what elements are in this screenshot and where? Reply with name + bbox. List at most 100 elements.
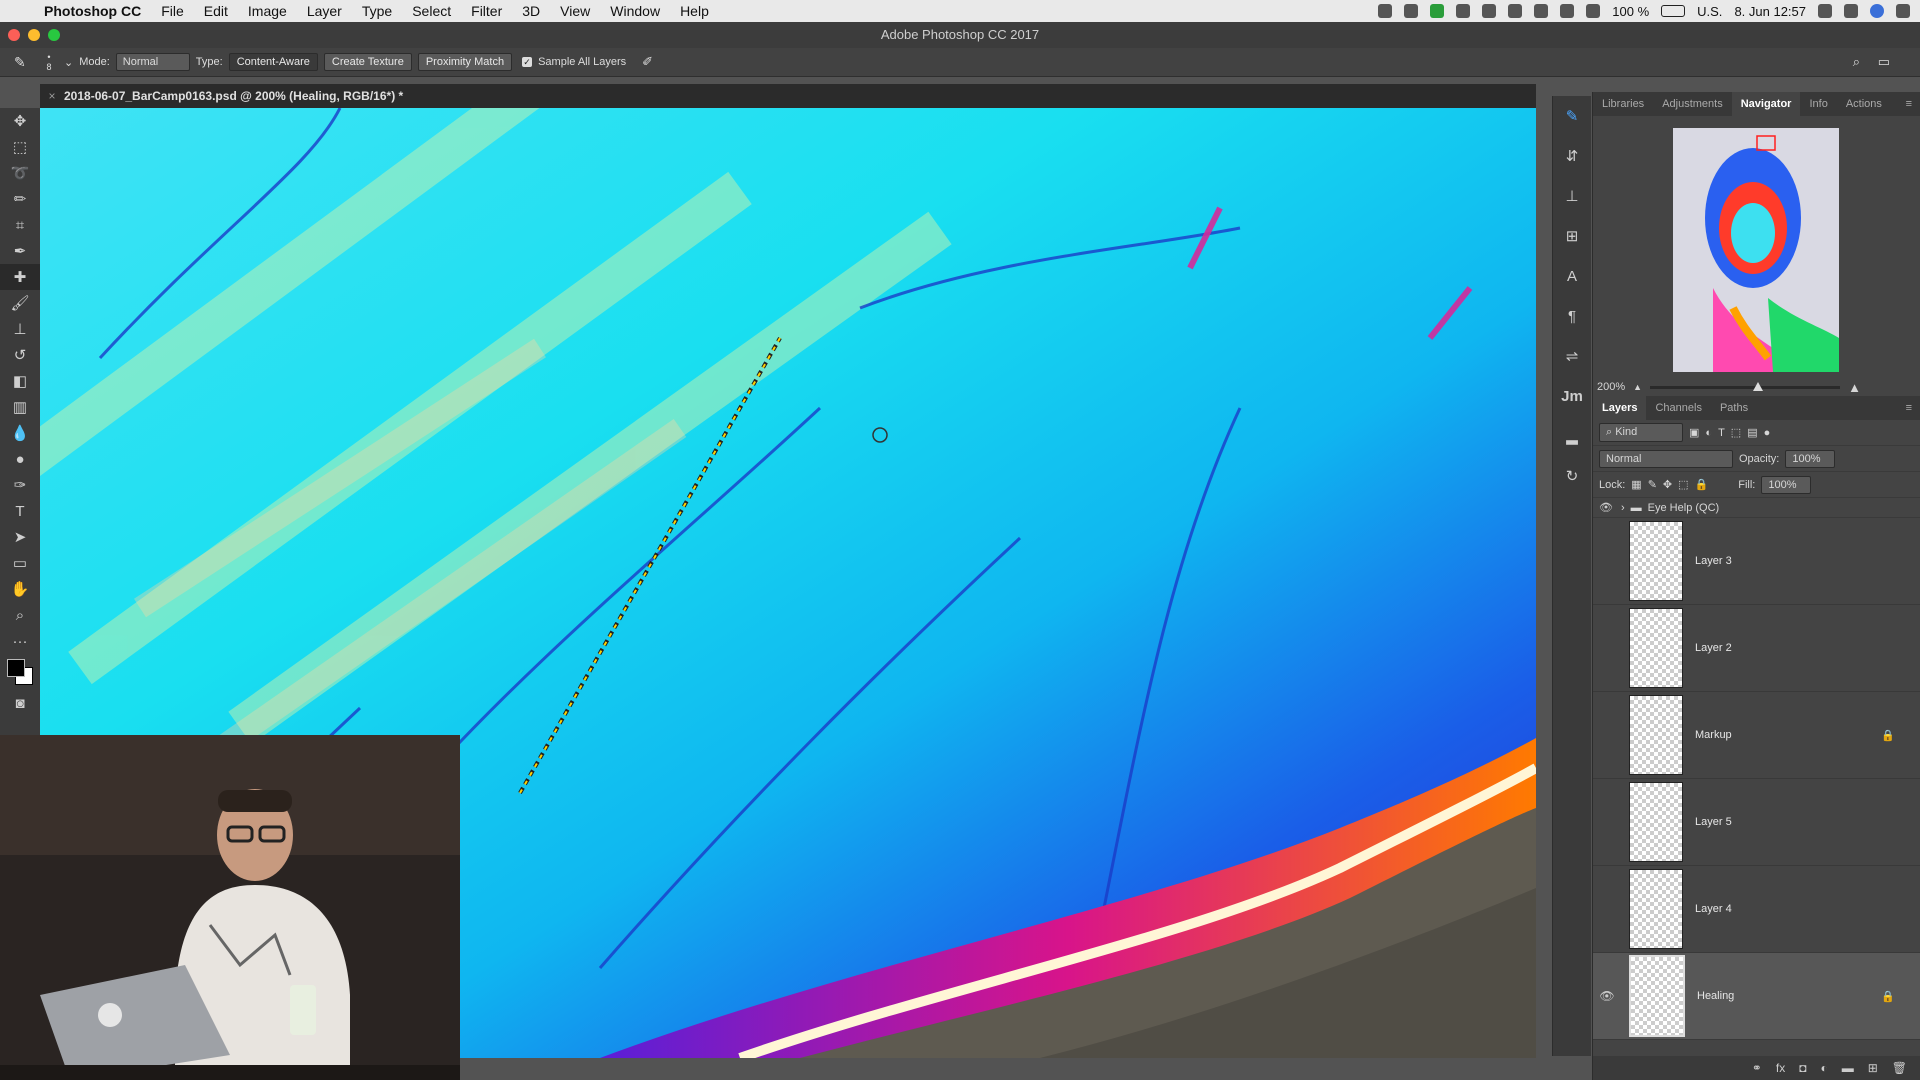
plugin-jm-icon[interactable]: Jm (1553, 376, 1591, 416)
more-tools-icon[interactable]: ··· (0, 628, 40, 654)
content-aware-button[interactable]: Content-Aware (228, 53, 318, 71)
group-visibility-eye-icon[interactable]: 👁 (1599, 501, 1615, 514)
workspace-icon[interactable]: ▭ (1878, 54, 1890, 70)
tab-info[interactable]: Info (1800, 98, 1836, 110)
zoom-tool-icon[interactable]: ⌕ (0, 602, 40, 628)
proximity-match-button[interactable]: Proximity Match (417, 53, 513, 71)
layer-visibility-eye-icon[interactable]: 👁 (1593, 989, 1621, 1003)
panel-menu-icon[interactable]: ≡ (1897, 98, 1920, 110)
evernote-icon[interactable] (1430, 4, 1445, 18)
menu-view[interactable]: View (550, 3, 600, 19)
notification-center-icon[interactable] (1896, 4, 1910, 18)
lock-artboard-icon[interactable]: ⬚ (1678, 478, 1688, 491)
history-brush-tool-icon[interactable]: ↺ (0, 342, 40, 368)
tab-libraries[interactable]: Libraries (1593, 98, 1653, 110)
blend-mode-select[interactable]: Normal (1599, 449, 1733, 468)
paragraph-icon[interactable]: ¶ (1553, 296, 1591, 336)
layer-thumbnail[interactable] (1629, 955, 1685, 1037)
delete-layer-icon[interactable]: 🗑 (1892, 1061, 1907, 1075)
zoom-window-button[interactable] (48, 29, 60, 41)
close-window-button[interactable] (8, 29, 20, 41)
bluetooth-icon[interactable] (1508, 4, 1523, 18)
volume-icon[interactable] (1560, 4, 1575, 18)
dodge-tool-icon[interactable]: ● (0, 446, 40, 472)
foreground-color-swatch[interactable] (7, 659, 25, 677)
group-expand-chevron-icon[interactable]: › (1621, 502, 1625, 514)
menu-file[interactable]: File (151, 3, 194, 19)
shape-filter-icon[interactable]: ⬚ (1731, 426, 1741, 439)
zoom-slider-knob[interactable] (1753, 381, 1764, 391)
lock-position-icon[interactable]: ✥ (1663, 478, 1672, 491)
clone-source-icon[interactable]: ⊥ (1553, 176, 1591, 216)
brush-picker-chevron-icon[interactable]: ⌄ (64, 56, 73, 69)
path-selection-tool-icon[interactable]: ➤ (0, 524, 40, 550)
layer-row[interactable]: Layer 5 (1593, 779, 1920, 866)
clock[interactable]: 8. Jun 12:57 (1734, 4, 1806, 19)
mode-select[interactable]: Normal (115, 53, 190, 71)
layer-name[interactable]: Layer 2 (1695, 642, 1732, 654)
blur-tool-icon[interactable]: 💧 (0, 420, 40, 446)
crop-tool-icon[interactable]: ⌗ (0, 212, 40, 238)
adjustment-layer-icon[interactable]: ◐ (1820, 1061, 1827, 1075)
zoom-in-icon[interactable]: ▲ (1848, 380, 1861, 395)
menu-3d[interactable]: 3D (512, 3, 550, 19)
layer-group-row[interactable]: 👁 › ▬ Eye Help (QC) (1593, 498, 1920, 518)
dropbox-icon[interactable] (1378, 4, 1393, 18)
eyedropper-tool-icon[interactable]: ✒ (0, 238, 40, 264)
lock-pixels-icon[interactable]: ✎ (1648, 478, 1657, 491)
time-machine-icon[interactable] (1482, 4, 1497, 18)
layer-row-selected[interactable]: 👁 Healing 🔒 (1593, 953, 1920, 1040)
close-document-icon[interactable]: × (40, 84, 64, 108)
spotlight-search-icon[interactable] (1844, 4, 1858, 18)
menu-edit[interactable]: Edit (194, 3, 238, 19)
layer-row[interactable]: Layer 2 (1593, 605, 1920, 692)
rotate-icon[interactable]: ↻ (1553, 456, 1591, 496)
brush-preset-icon[interactable]: ✎ (1553, 96, 1591, 136)
properties-icon[interactable]: ⇌ (1553, 336, 1591, 376)
lock-transparent-icon[interactable]: ▦ (1631, 478, 1641, 491)
navigator-zoom-slider[interactable] (1650, 381, 1841, 391)
link-layers-icon[interactable]: ⚭ (1752, 1061, 1762, 1075)
document-tab[interactable]: × 2018-06-07_BarCamp0163.psd @ 200% (Heal… (40, 84, 1536, 108)
clone-stamp-tool-icon[interactable]: ⊥ (0, 316, 40, 342)
type-filter-icon[interactable]: T (1718, 427, 1725, 439)
navigator-preview[interactable] (1673, 128, 1839, 372)
healing-brush-tool-icon[interactable]: ✚ (0, 264, 40, 290)
user-icon[interactable] (1818, 4, 1832, 18)
pressure-size-icon[interactable]: ✐ (642, 54, 653, 70)
minimize-window-button[interactable] (28, 29, 40, 41)
sample-all-layers-checkbox[interactable]: ✓ (522, 57, 533, 67)
create-texture-button[interactable]: Create Texture (323, 53, 412, 71)
layer-thumbnail[interactable] (1629, 608, 1683, 688)
adjustment-filter-icon[interactable]: ◐ (1705, 427, 1712, 439)
layer-name[interactable]: Layer 5 (1695, 816, 1732, 828)
rectangle-tool-icon[interactable]: ▭ (0, 550, 40, 576)
layer-thumbnail[interactable] (1629, 869, 1683, 949)
navigator-zoom-value[interactable]: 200% (1597, 381, 1625, 393)
layer-name[interactable]: Markup (1695, 729, 1732, 741)
layer-thumbnail[interactable] (1629, 521, 1683, 601)
hand-tool-icon[interactable]: ✋ (0, 576, 40, 602)
pen-tool-icon[interactable]: ✑ (0, 472, 40, 498)
menu-window[interactable]: Window (600, 3, 670, 19)
layer-name[interactable]: Healing (1697, 990, 1734, 1002)
search-icon[interactable]: ⌕ (1853, 54, 1860, 70)
layer-row[interactable]: Layer 4 (1593, 866, 1920, 953)
brush-tool-icon[interactable]: 🖌 (0, 290, 40, 316)
kind-filter-select[interactable]: ⌕ Kind (1599, 423, 1683, 442)
creative-cloud-icon[interactable] (1456, 4, 1471, 18)
tab-channels[interactable]: Channels (1646, 402, 1710, 414)
fill-input[interactable]: 100% (1761, 475, 1812, 494)
smart-object-filter-icon[interactable]: ▤ (1747, 426, 1757, 439)
layer-name[interactable]: Layer 3 (1695, 555, 1732, 567)
quick-mask-icon[interactable]: ◙ (0, 690, 40, 716)
fx-icon[interactable]: fx (1776, 1061, 1785, 1075)
layer-row[interactable]: Markup 🔒 (1593, 692, 1920, 779)
new-group-icon[interactable]: ▬ (1842, 1061, 1854, 1075)
filter-toggle-icon[interactable]: ● (1764, 427, 1771, 439)
lock-all-icon[interactable]: 🔒 (1695, 478, 1709, 491)
tab-adjustments[interactable]: Adjustments (1653, 98, 1732, 110)
gradient-tool-icon[interactable]: ▥ (0, 394, 40, 420)
type-tool-icon[interactable]: T (0, 498, 40, 524)
add-mask-icon[interactable]: ◘ (1799, 1061, 1806, 1075)
